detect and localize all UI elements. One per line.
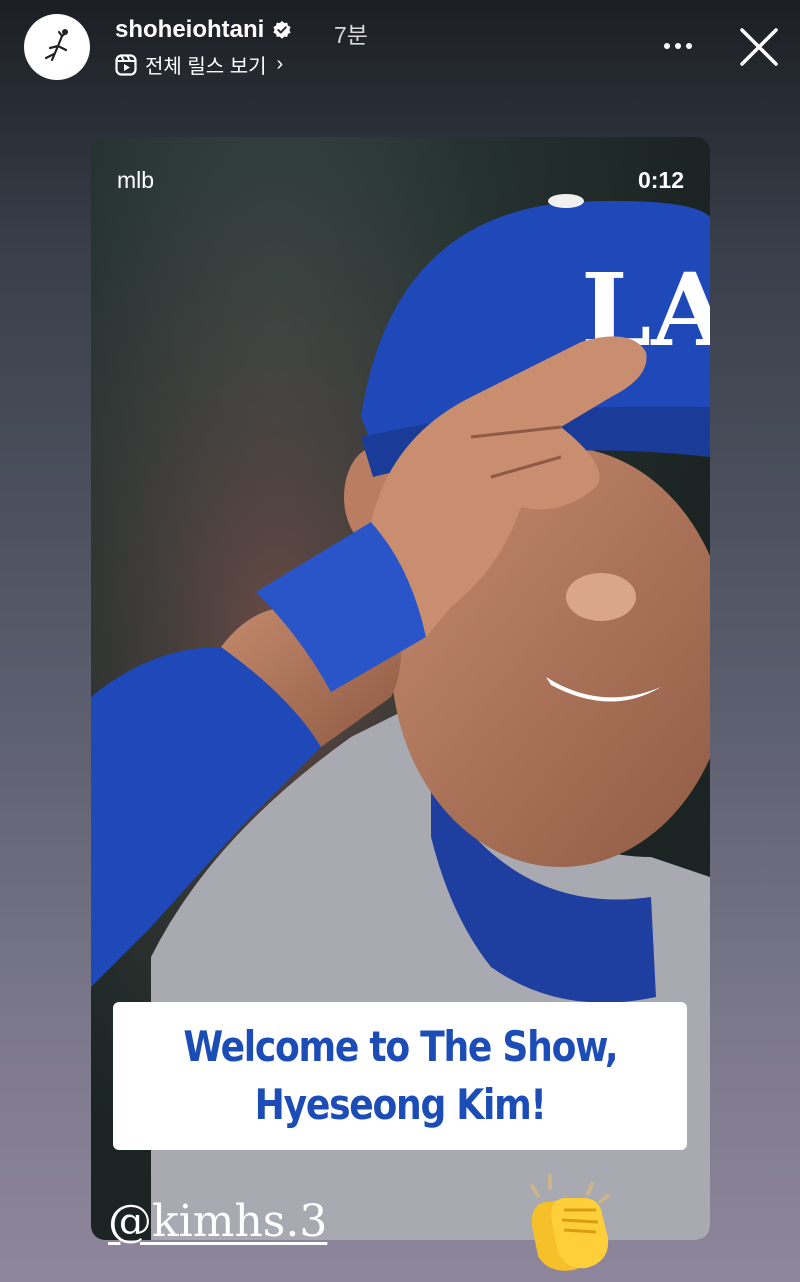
reels-icon bbox=[115, 53, 137, 76]
caption-line-1: Welcome to The Show, bbox=[183, 1022, 618, 1071]
video-caption: Welcome to The Show, Hyeseong Kim! bbox=[113, 1002, 687, 1150]
post-time: 7분 bbox=[334, 22, 368, 48]
mention-sticker[interactable]: @kimhs.3 bbox=[108, 1196, 327, 1247]
more-options-button[interactable] bbox=[658, 28, 698, 64]
video-duration: 0:12 bbox=[637, 167, 684, 193]
view-all-reels-link[interactable]: 전체 릴스 보기 › bbox=[115, 50, 283, 79]
story-header: shoheiohtani 7분 전체 릴스 보기 › bbox=[0, 0, 800, 100]
profile-avatar[interactable] bbox=[24, 14, 90, 80]
clapping-hands-icon bbox=[530, 1174, 610, 1271]
view-all-reels-label[interactable]: 전체 릴스 보기 bbox=[145, 50, 267, 79]
verified-badge-icon bbox=[273, 21, 291, 39]
chevron-right-icon: › bbox=[276, 53, 284, 75]
username-text[interactable]: shoheiohtani bbox=[115, 16, 264, 44]
story-media[interactable]: LA mlb 0:12 Welcome to The Show, Hyeseon… bbox=[91, 137, 710, 1240]
caption-line-2: Hyeseong Kim! bbox=[254, 1080, 547, 1129]
close-icon[interactable] bbox=[734, 22, 784, 72]
more-dot bbox=[686, 43, 692, 49]
player-sketch-icon bbox=[44, 29, 69, 62]
story-source-label: mlb bbox=[117, 167, 155, 193]
more-dot bbox=[675, 43, 681, 49]
username[interactable]: shoheiohtani bbox=[115, 16, 292, 44]
more-dot bbox=[664, 43, 670, 49]
